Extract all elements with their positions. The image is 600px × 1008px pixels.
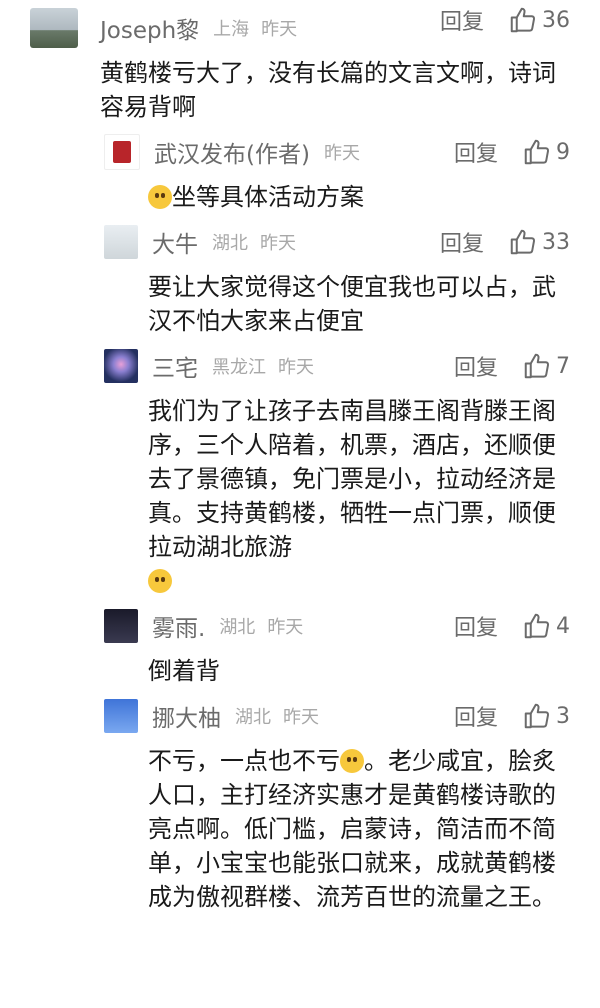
reply-author[interactable]: 挪大柚 bbox=[152, 699, 221, 733]
like-count: 9 bbox=[556, 139, 570, 165]
like-count: 36 bbox=[542, 7, 570, 33]
like-button[interactable]: 9 bbox=[522, 137, 570, 167]
reply-item: 雾雨. 湖北 昨天 回复 4 倒着背 bbox=[0, 606, 600, 696]
like-button[interactable]: 33 bbox=[508, 227, 570, 257]
reply-item: 大牛 湖北 昨天 回复 33 要让大家觉得这个便宜我也可以占，武汉不怕大家来占便… bbox=[0, 222, 600, 346]
comment-location: 上海 bbox=[213, 19, 250, 40]
like-count: 3 bbox=[556, 703, 570, 729]
like-count: 33 bbox=[542, 229, 570, 255]
avatar[interactable] bbox=[30, 8, 78, 48]
reply-time: 昨天 bbox=[260, 233, 296, 254]
reply-button[interactable]: 回复 bbox=[454, 700, 498, 732]
reply-time: 昨天 bbox=[323, 143, 360, 164]
reply-text: 要让大家觉得这个便宜我也可以占，武汉不怕大家来占便宜 bbox=[148, 273, 556, 335]
thumbs-up-icon bbox=[510, 229, 536, 255]
reply-text: 坐等具体活动方案 bbox=[104, 172, 600, 222]
reply-text: 不亏，一点也不亏 。老少咸宜，脍炙人口，主打经济实惠才是黄鹤楼诗歌的亮点啊。低门槛… bbox=[148, 747, 556, 911]
reply-location: 湖北 bbox=[219, 617, 256, 638]
reply-button[interactable]: 回复 bbox=[440, 4, 484, 36]
thumbs-up-icon bbox=[524, 703, 550, 729]
reply-item: 武汉发布(作者) 昨天 回复 9 坐等具体活动方案 bbox=[0, 132, 600, 222]
smile-emoji-icon bbox=[340, 749, 364, 773]
reply-item: 三宅 黑龙江 昨天 回复 7 我们为了让孩子去南昌滕王阁背滕王阁序，三个人陪着，… bbox=[0, 346, 600, 606]
avatar[interactable] bbox=[104, 699, 138, 733]
avatar[interactable] bbox=[104, 134, 140, 170]
avatar[interactable] bbox=[104, 349, 138, 383]
reply-author[interactable]: 大牛 bbox=[152, 225, 198, 259]
thumbs-up-icon bbox=[524, 353, 550, 379]
reply-time: 昨天 bbox=[283, 707, 319, 728]
reply-text: 我们为了让孩子去南昌滕王阁背滕王阁序，三个人陪着，机票，酒店，还顺便去了景德镇，… bbox=[104, 386, 600, 606]
like-count: 4 bbox=[556, 613, 570, 639]
like-button[interactable]: 3 bbox=[522, 701, 570, 731]
comment-item: Joseph黎 上海 昨天 回复 36 黄鹤楼亏大了，没有长篇的文言文啊，诗词容… bbox=[0, 0, 600, 132]
reply-author[interactable]: 武汉发布(作者) bbox=[154, 135, 310, 169]
like-button[interactable]: 4 bbox=[522, 611, 570, 641]
reply-location: 黑龙江 bbox=[212, 357, 266, 378]
reply-location: 湖北 bbox=[212, 233, 248, 254]
reply-button[interactable]: 回复 bbox=[454, 136, 498, 168]
avatar[interactable] bbox=[104, 609, 138, 643]
comment-author[interactable]: Joseph黎 bbox=[100, 11, 199, 45]
avatar[interactable] bbox=[104, 225, 138, 259]
reply-item: 挪大柚 湖北 昨天 回复 3 不亏，一点也不亏 。老少咸宜，脍炙人口，主打经济实惠… bbox=[0, 696, 600, 922]
like-button[interactable]: 7 bbox=[522, 351, 570, 381]
reply-author[interactable]: 三宅 bbox=[152, 349, 198, 383]
thumbs-up-icon bbox=[524, 613, 550, 639]
comment-time: 昨天 bbox=[261, 19, 298, 40]
reply-author[interactable]: 雾雨. bbox=[152, 609, 205, 643]
thumbs-up-icon bbox=[524, 139, 550, 165]
reply-time: 昨天 bbox=[278, 357, 314, 378]
like-count: 7 bbox=[556, 353, 570, 379]
like-button[interactable]: 36 bbox=[508, 5, 570, 35]
reply-time: 昨天 bbox=[267, 617, 304, 638]
reply-location: 湖北 bbox=[235, 707, 271, 728]
reply-button[interactable]: 回复 bbox=[440, 226, 484, 258]
reply-button[interactable]: 回复 bbox=[454, 610, 498, 642]
smile-emoji-icon bbox=[148, 185, 172, 209]
thumbs-up-icon bbox=[510, 7, 536, 33]
reply-text: 倒着背 bbox=[148, 657, 220, 685]
reply-button[interactable]: 回复 bbox=[454, 350, 498, 382]
grin-emoji-icon bbox=[148, 569, 172, 593]
comment-text: 黄鹤楼亏大了，没有长篇的文言文啊，诗词容易背啊 bbox=[100, 59, 556, 121]
